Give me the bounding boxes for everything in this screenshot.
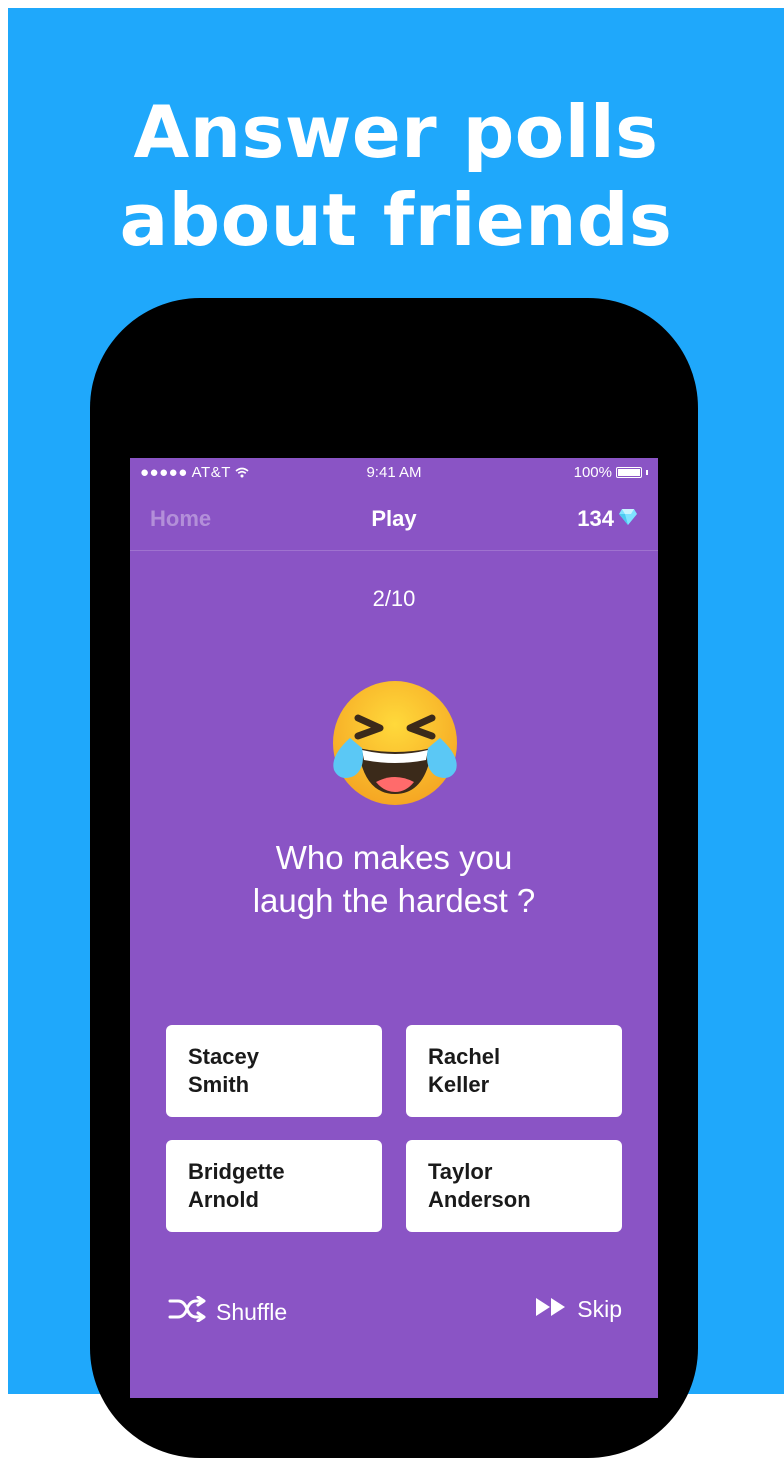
option-first-name: Rachel bbox=[428, 1044, 501, 1069]
option-last-name: Keller bbox=[428, 1072, 490, 1097]
app-screen: ●●●●● AT&T 9:41 AM 100% Home Play 134 2/… bbox=[130, 458, 658, 1398]
gem-counter[interactable]: 134 bbox=[577, 506, 638, 532]
headline-line-2: about friends bbox=[119, 178, 673, 262]
answer-option[interactable]: Bridgette Arnold bbox=[166, 1140, 382, 1232]
status-bar: ●●●●● AT&T 9:41 AM 100% bbox=[130, 458, 658, 486]
answer-option[interactable]: Taylor Anderson bbox=[406, 1140, 622, 1232]
question-text: Who makes you laugh the hardest ? bbox=[130, 836, 658, 922]
question-progress: 2/10 bbox=[372, 586, 416, 611]
skip-button[interactable]: Skip bbox=[535, 1296, 622, 1323]
headline: Answer polls about friends bbox=[8, 88, 784, 264]
battery-tip bbox=[646, 470, 648, 475]
battery-percent: 100% bbox=[573, 464, 612, 481]
question-line-2: laugh the hardest ? bbox=[252, 882, 536, 919]
option-first-name: Stacey bbox=[188, 1044, 259, 1069]
option-last-name: Anderson bbox=[428, 1187, 531, 1212]
battery-icon bbox=[616, 467, 642, 478]
option-first-name: Bridgette bbox=[188, 1159, 285, 1184]
tears-of-joy-emoji-icon bbox=[328, 676, 462, 810]
option-last-name: Smith bbox=[188, 1072, 250, 1097]
shuffle-label: Shuffle bbox=[216, 1298, 288, 1325]
answer-option[interactable]: Stacey Smith bbox=[166, 1025, 382, 1117]
navigation-bar: Home Play 134 bbox=[130, 486, 658, 551]
shuffle-icon bbox=[168, 1295, 206, 1328]
shuffle-button[interactable]: Shuffle bbox=[168, 1295, 288, 1328]
gem-count: 134 bbox=[577, 506, 614, 531]
option-first-name: Taylor bbox=[428, 1159, 493, 1184]
battery-status: 100% bbox=[574, 464, 648, 481]
headline-line-1: Answer polls bbox=[133, 90, 659, 174]
answer-option[interactable]: Rachel Keller bbox=[406, 1025, 622, 1117]
diamond-icon bbox=[618, 506, 638, 532]
option-last-name: Arnold bbox=[188, 1187, 259, 1212]
fast-forward-icon bbox=[535, 1296, 567, 1323]
question-line-1: Who makes you bbox=[275, 839, 513, 876]
skip-label: Skip bbox=[577, 1296, 622, 1322]
